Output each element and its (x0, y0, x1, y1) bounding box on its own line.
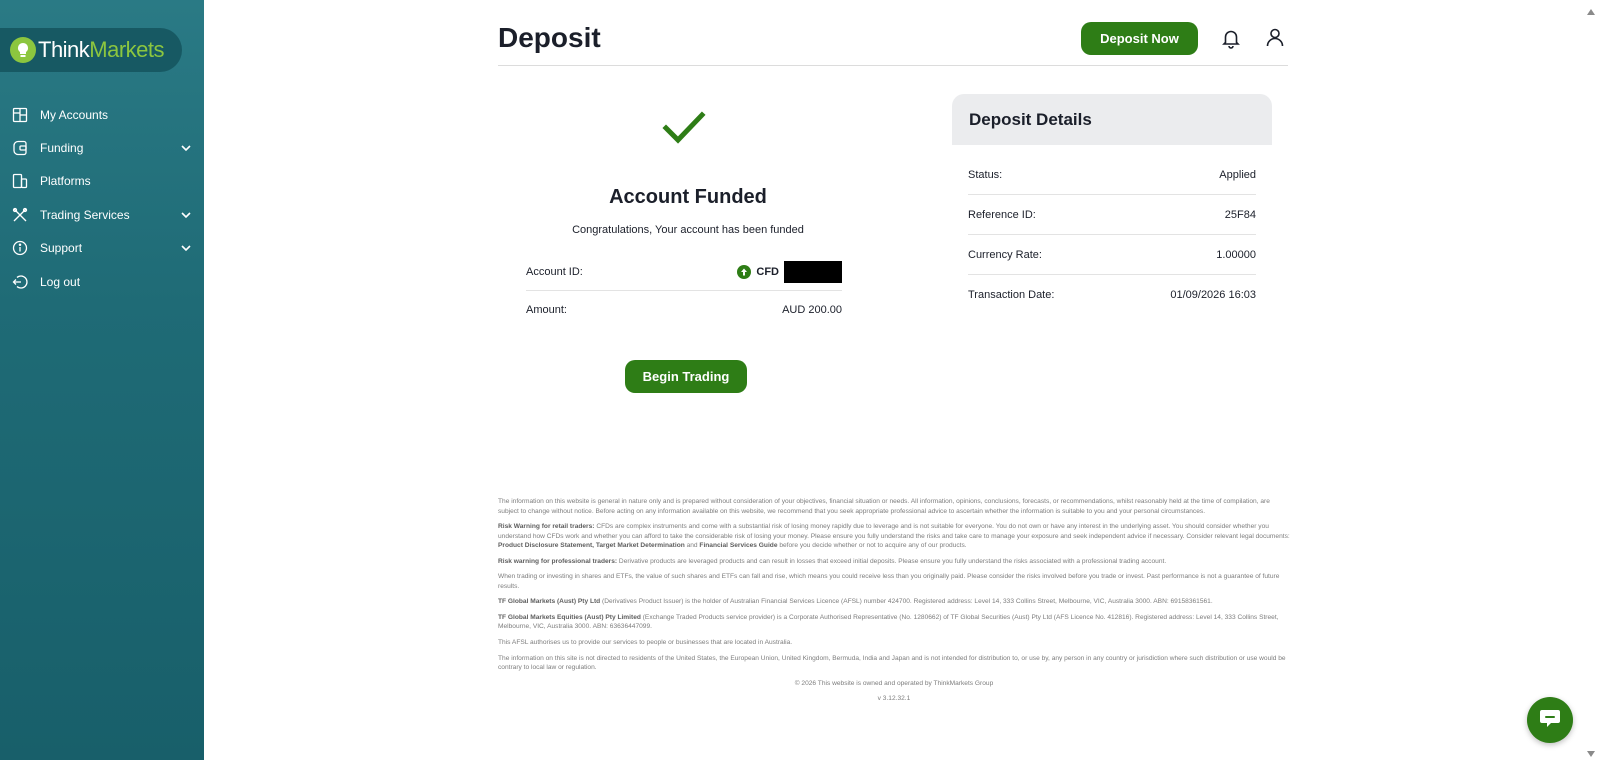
logout-icon (12, 274, 28, 290)
tools-icon (12, 207, 28, 223)
account-id-label: Account ID: (526, 266, 737, 278)
amount-value: AUD 200.00 (782, 304, 842, 316)
sidebar-item-support[interactable]: Support (0, 232, 204, 265)
sidebar-item-platforms[interactable]: Platforms (0, 165, 204, 198)
fsg-link[interactable]: Financial Services Guide (699, 542, 777, 549)
checkmark-icon (662, 110, 706, 146)
lightbulb-icon (10, 37, 36, 63)
wallet-icon (12, 140, 28, 156)
chat-button[interactable] (1527, 697, 1573, 743)
funded-subtitle: Congratulations, Your account has been f… (518, 224, 858, 236)
user-icon[interactable] (1264, 26, 1286, 48)
scroll-down-icon[interactable] (1586, 746, 1596, 756)
sidebar-item-log-out[interactable]: Log out (0, 265, 204, 298)
devices-icon (12, 173, 28, 189)
page-header: Deposit Deposit Now (498, 18, 1288, 66)
account-id-value: CFD (737, 261, 842, 283)
sidebar: ThinkMarkets My Accounts Funding Platfor… (0, 0, 204, 760)
chevron-down-icon[interactable] (180, 209, 192, 221)
sidebar-nav: My Accounts Funding Platforms Trading Se… (0, 98, 204, 298)
detail-row-reference-id: Reference ID: 25F84 (968, 195, 1256, 235)
brand-logo[interactable]: ThinkMarkets (0, 28, 182, 72)
amount-row: Amount: AUD 200.00 (526, 291, 842, 329)
footer-copyright: © 2026 This website is owned and operate… (498, 679, 1290, 689)
bell-icon[interactable] (1220, 27, 1242, 49)
disclaimer-afsl: This AFSL authorises us to provide our s… (498, 638, 1290, 648)
disclaimer-equities: TF Global Markets Equities (Aust) Pty Li… (498, 613, 1290, 632)
disclaimer-retail: Risk Warning for retail traders: CFDs ar… (498, 522, 1290, 551)
info-icon (12, 240, 28, 256)
main-content: Deposit Deposit Now Account Funded Congr… (204, 0, 1584, 760)
chevron-down-icon[interactable] (180, 142, 192, 154)
legal-disclaimer: The information on this website is gener… (498, 497, 1290, 710)
account-badge-icon (737, 265, 751, 279)
deposit-details-title: Deposit Details (952, 94, 1272, 145)
disclaimer-professional: Risk warning for professional traders: D… (498, 557, 1290, 567)
sidebar-item-trading-services[interactable]: Trading Services (0, 198, 204, 231)
account-prefix: CFD (756, 266, 779, 278)
page-title: Deposit (498, 22, 601, 54)
account-id-row: Account ID: CFD (526, 253, 842, 291)
grid-icon (12, 107, 28, 123)
scroll-up-icon[interactable] (1586, 4, 1596, 14)
begin-trading-button[interactable]: Begin Trading (625, 360, 747, 393)
brand-name: ThinkMarkets (38, 37, 164, 63)
disclaimer-general: The information on this website is gener… (498, 497, 1290, 516)
disclaimer-shares: When trading or investing in shares and … (498, 572, 1290, 591)
deposit-now-button[interactable]: Deposit Now (1081, 22, 1198, 55)
sidebar-item-my-accounts[interactable]: My Accounts (0, 98, 204, 131)
detail-row-transaction-date: Transaction Date: 01/09/2026 16:03 (968, 275, 1256, 315)
detail-row-currency-rate: Currency Rate: 1.00000 (968, 235, 1256, 275)
funded-title: Account Funded (518, 186, 858, 209)
sidebar-item-funding[interactable]: Funding (0, 131, 204, 164)
account-number-redacted (784, 261, 842, 283)
chat-icon (1539, 708, 1561, 733)
amount-label: Amount: (526, 304, 782, 316)
footer-version: v 3.12.32.1 (498, 694, 1290, 704)
chevron-down-icon[interactable] (180, 242, 192, 254)
disclaimer-jurisdiction: The information on this site is not dire… (498, 654, 1290, 673)
pds-tmd-link[interactable]: Product Disclosure Statement, Target Mar… (498, 542, 685, 549)
disclaimer-issuer: TF Global Markets (Aust) Pty Ltd (Deriva… (498, 597, 1290, 607)
deposit-details-card: Deposit Details Status: Applied Referenc… (952, 94, 1272, 315)
detail-row-status: Status: Applied (968, 155, 1256, 195)
